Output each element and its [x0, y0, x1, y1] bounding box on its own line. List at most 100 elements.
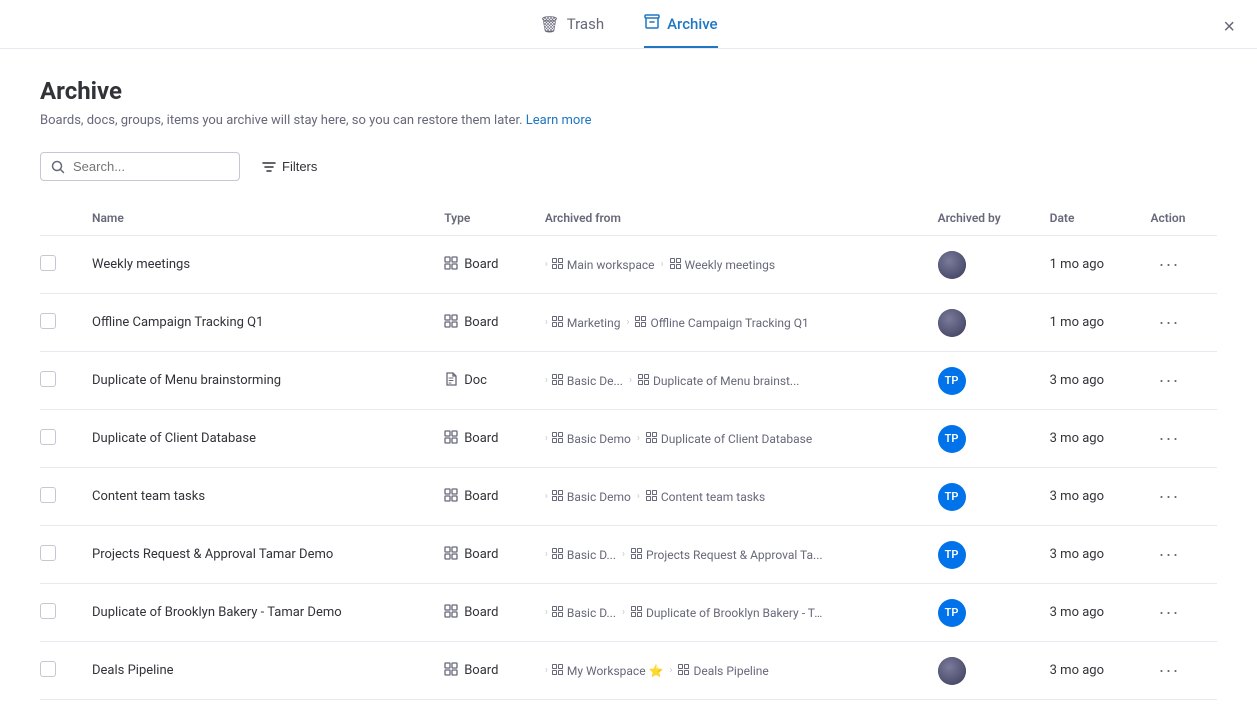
path-workspace: Basic D...: [567, 548, 616, 562]
learn-more-link[interactable]: Learn more: [526, 113, 592, 128]
row-action-button[interactable]: ···: [1150, 656, 1187, 685]
type-label: Board: [464, 431, 498, 446]
row-action-button[interactable]: ···: [1150, 424, 1187, 453]
path-board-icon: [635, 316, 646, 330]
row-date: 1 mo ago: [1038, 294, 1139, 352]
row-checkbox[interactable]: [40, 371, 56, 387]
row-name: Team members: [80, 700, 432, 704]
row-archived-from: › Basic Demo › Duplicate of Client Datab…: [533, 410, 926, 468]
avatar: TP: [938, 483, 966, 511]
table-wrapper: Name Type Archived from Archived by Date…: [40, 203, 1217, 703]
row-archived-by: [926, 236, 1038, 294]
col-checkbox: [40, 203, 80, 236]
search-box: [40, 152, 240, 181]
workspace-icon: [552, 606, 563, 620]
row-action-cell: ···: [1138, 236, 1217, 294]
row-checkbox[interactable]: [40, 255, 56, 271]
row-archived-from: › Basic D... › Duplicate of Brooklyn Bak…: [533, 584, 926, 642]
row-date: 3 mo ago: [1038, 642, 1139, 700]
row-archived-from: › Marketing › Offline Campaign Tracking …: [533, 294, 926, 352]
row-type: Board: [432, 410, 533, 468]
tab-trash-label: Trash: [567, 15, 604, 33]
row-action-button[interactable]: ···: [1150, 366, 1187, 395]
row-type: Board: [432, 700, 533, 704]
chevron-icon: ›: [545, 259, 548, 270]
row-checkbox-cell: [40, 468, 80, 526]
chevron-icon-2: ›: [661, 259, 664, 270]
row-date: 3 mo ago: [1038, 352, 1139, 410]
avatar: [938, 251, 966, 279]
row-action-button[interactable]: ···: [1150, 482, 1187, 511]
search-icon: [51, 160, 65, 174]
row-checkbox[interactable]: [40, 545, 56, 561]
row-checkbox[interactable]: [40, 661, 56, 677]
workspace-icon: [552, 664, 563, 678]
path-workspace: Basic D...: [567, 606, 616, 620]
row-checkbox-cell: [40, 700, 80, 704]
row-type: Board: [432, 294, 533, 352]
row-action-cell: ···: [1138, 526, 1217, 584]
row-checkbox[interactable]: [40, 429, 56, 445]
row-checkbox[interactable]: [40, 487, 56, 503]
chevron-icon-2: ›: [626, 317, 629, 328]
filter-icon: [262, 160, 276, 174]
chevron-icon-2: ›: [669, 665, 672, 676]
main-content: Archive Boards, docs, groups, items you …: [0, 49, 1257, 723]
board-icon: [444, 662, 458, 680]
chevron-icon: ›: [545, 375, 548, 386]
row-action-button[interactable]: ···: [1150, 308, 1187, 337]
workspace-icon: [552, 258, 563, 272]
col-action: Action: [1138, 203, 1217, 236]
path-item: Duplicate of Menu brainst...: [653, 374, 799, 388]
row-checkbox-cell: [40, 294, 80, 352]
path-workspace: Main workspace: [567, 258, 655, 272]
row-action-button[interactable]: ···: [1150, 250, 1187, 279]
row-date: 3 mo ago: [1038, 410, 1139, 468]
path-item: Duplicate of Brooklyn Bakery - Ta...: [646, 606, 826, 620]
row-name: Content team tasks: [80, 468, 432, 526]
board-icon: [444, 256, 458, 274]
tab-archive-label: Archive: [667, 15, 717, 33]
row-checkbox[interactable]: [40, 313, 56, 329]
row-checkbox[interactable]: [40, 603, 56, 619]
search-input[interactable]: [73, 159, 229, 174]
row-archived-from: › My Workspace ⭐ › Team members: [533, 700, 926, 704]
row-action-button[interactable]: ···: [1150, 598, 1187, 627]
board-icon: [444, 546, 458, 564]
board-icon: [444, 604, 458, 622]
workspace-icon: [552, 316, 563, 330]
tab-archive[interactable]: Archive: [644, 14, 717, 48]
table-row: Duplicate of Menu brainstormingDoc › Bas…: [40, 352, 1217, 410]
table-row: Duplicate of Brooklyn Bakery - Tamar Dem…: [40, 584, 1217, 642]
doc-icon: [444, 372, 458, 390]
avatar: [938, 309, 966, 337]
row-action-button[interactable]: ···: [1150, 540, 1187, 569]
row-archived-from: › My Workspace ⭐ › Deals Pipeline: [533, 642, 926, 700]
table-row: Duplicate of Client DatabaseBoard › Basi…: [40, 410, 1217, 468]
avatar: TP: [938, 599, 966, 627]
row-checkbox-cell: [40, 642, 80, 700]
filter-button[interactable]: Filters: [252, 153, 327, 180]
row-action-cell: ···: [1138, 584, 1217, 642]
toolbar: Filters: [40, 152, 1217, 181]
row-date: 3 mo ago: [1038, 584, 1139, 642]
avatar: TP: [938, 367, 966, 395]
row-date: 3 mo ago: [1038, 700, 1139, 704]
row-archived-from: › Basic De... › Duplicate of Menu brains…: [533, 352, 926, 410]
close-button[interactable]: ×: [1219, 12, 1239, 43]
row-archived-from: › Basic D... › Projects Request & Approv…: [533, 526, 926, 584]
row-name: Deals Pipeline: [80, 642, 432, 700]
path-item: Weekly meetings: [685, 258, 776, 272]
workspace-icon: [552, 548, 563, 562]
row-archived-by: [926, 294, 1038, 352]
row-action-cell: ···: [1138, 468, 1217, 526]
col-archived-by: Archived by: [926, 203, 1038, 236]
chevron-icon-2: ›: [637, 491, 640, 502]
chevron-icon-2: ›: [622, 549, 625, 560]
path-item: Deals Pipeline: [693, 664, 768, 678]
col-archived-from: Archived from: [533, 203, 926, 236]
row-archived-by: [926, 642, 1038, 700]
archive-table: Name Type Archived from Archived by Date…: [40, 203, 1217, 703]
tab-trash[interactable]: 🗑 Trash: [539, 15, 604, 48]
chevron-icon-2: ›: [629, 375, 632, 386]
